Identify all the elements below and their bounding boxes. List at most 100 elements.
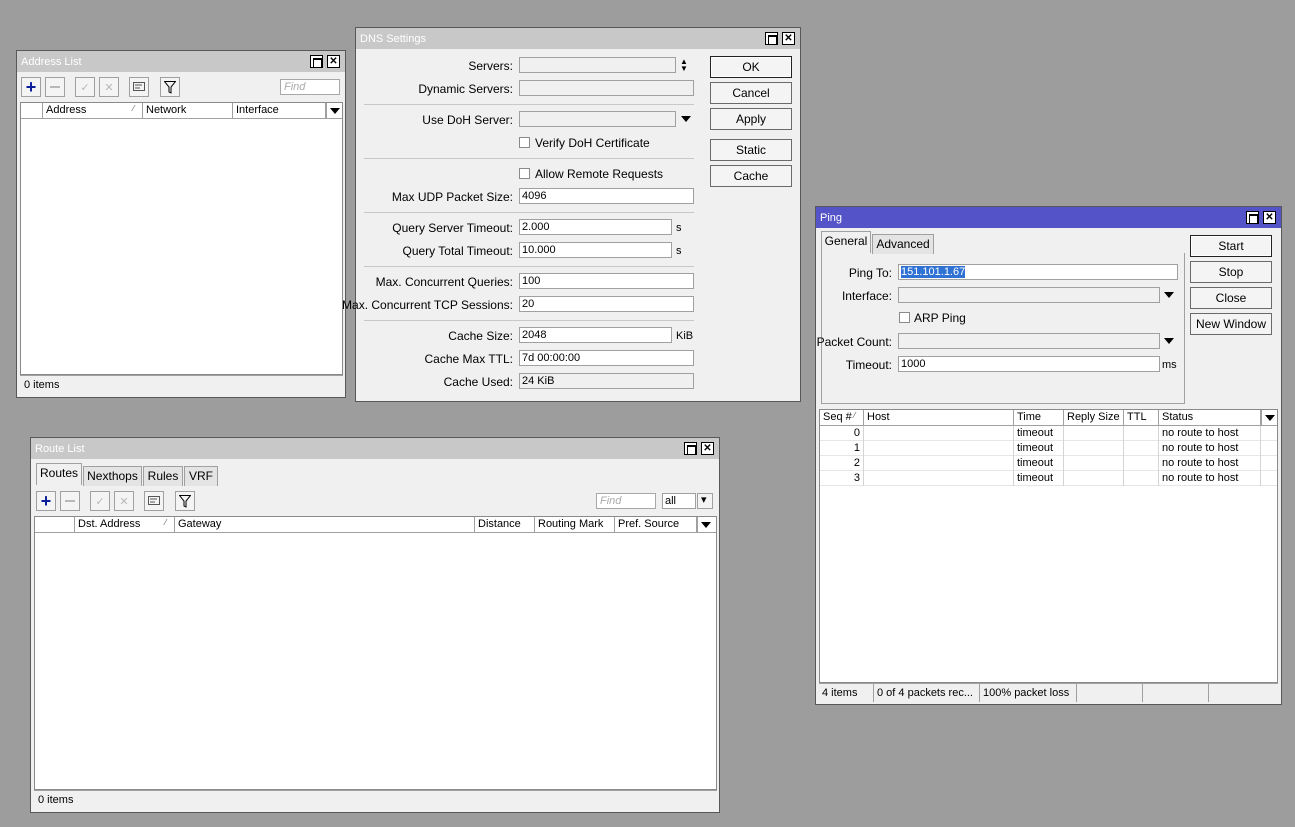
column-routing-mark[interactable]: Routing Mark xyxy=(535,517,615,532)
max-concurrent-queries-label: Max. Concurrent Queries: xyxy=(375,275,513,289)
chevron-down-icon[interactable] xyxy=(1164,292,1174,298)
maximize-button[interactable] xyxy=(765,32,778,45)
column-interface[interactable]: Interface xyxy=(233,103,326,118)
close-button[interactable]: ✕ xyxy=(701,442,714,455)
kib-unit: KiB xyxy=(676,330,694,342)
stop-button[interactable]: Stop xyxy=(1190,261,1272,283)
column-menu-button[interactable] xyxy=(326,103,343,118)
new-window-button[interactable]: New Window xyxy=(1190,313,1272,335)
find-input[interactable]: Find xyxy=(596,493,656,509)
tab-rules[interactable]: Rules xyxy=(143,466,183,486)
column-reply-size[interactable]: Reply Size xyxy=(1064,410,1124,425)
column-address[interactable]: Address xyxy=(43,103,143,118)
maximize-button[interactable] xyxy=(310,55,323,68)
ping-titlebar[interactable]: Ping xyxy=(816,207,1281,228)
filter-button[interactable] xyxy=(175,491,195,511)
column-menu-button[interactable] xyxy=(697,517,714,532)
verify-doh-checkbox[interactable] xyxy=(519,137,530,148)
plus-icon: + xyxy=(40,491,52,511)
add-button[interactable]: + xyxy=(21,77,41,97)
remove-button[interactable] xyxy=(60,491,80,511)
table-row[interactable]: 2 timeout no route to host xyxy=(820,456,1277,471)
timeout-input[interactable]: 1000 xyxy=(898,356,1160,372)
query-server-timeout-input[interactable]: 2.000 xyxy=(519,219,672,235)
table-row[interactable]: 3 timeout no route to host xyxy=(820,471,1277,486)
tab-routes[interactable]: Routes xyxy=(36,463,82,485)
route-list-titlebar[interactable]: Route List xyxy=(31,438,719,459)
interface-select[interactable] xyxy=(898,287,1160,303)
column-status[interactable]: Status xyxy=(1159,410,1261,425)
tab-nexthops[interactable]: Nexthops xyxy=(83,466,142,486)
maximize-button[interactable] xyxy=(1246,211,1259,224)
tab-general[interactable]: General xyxy=(821,231,871,253)
cache-max-ttl-input[interactable]: 7d 00:00:00 xyxy=(519,350,694,366)
check-icon: ✓ xyxy=(80,81,90,94)
close-button[interactable]: ✕ xyxy=(1263,211,1276,224)
maximize-button[interactable] xyxy=(684,442,697,455)
cache-button[interactable]: Cache xyxy=(710,165,792,187)
comment-button[interactable] xyxy=(144,491,164,511)
tab-vrf[interactable]: VRF xyxy=(184,466,218,486)
address-table[interactable]: Address ⁄ Network Interface xyxy=(20,102,343,375)
updown-icon[interactable]: ▲ ▼ xyxy=(680,58,688,73)
filter-button[interactable] xyxy=(160,77,180,97)
filter-dropdown-button[interactable]: ▾ xyxy=(697,493,713,509)
use-doh-input[interactable] xyxy=(519,111,676,127)
route-table[interactable]: Dst. Address ⁄ Gateway Distance Routing … xyxy=(34,516,717,790)
table-row[interactable]: 0 timeout no route to host xyxy=(820,426,1277,441)
add-button[interactable]: + xyxy=(36,491,56,511)
arp-ping-checkbox[interactable] xyxy=(899,312,910,323)
chevron-down-icon xyxy=(1265,415,1275,421)
ok-button[interactable]: OK xyxy=(710,56,792,78)
cancel-button[interactable]: Cancel xyxy=(710,82,792,104)
max-udp-input[interactable]: 4096 xyxy=(519,188,694,204)
window-title: DNS Settings xyxy=(360,33,427,45)
cache-size-input[interactable]: 2048 xyxy=(519,327,672,343)
column-gateway[interactable]: Gateway xyxy=(175,517,475,532)
chevron-down-icon[interactable] xyxy=(681,116,691,122)
start-button[interactable]: Start xyxy=(1190,235,1272,257)
static-button[interactable]: Static xyxy=(710,139,792,161)
enable-button[interactable]: ✓ xyxy=(90,491,110,511)
close-button[interactable]: ✕ xyxy=(782,32,795,45)
disable-button[interactable]: ✕ xyxy=(99,77,119,97)
packet-count-input[interactable] xyxy=(898,333,1160,349)
table-row[interactable]: 1 timeout no route to host xyxy=(820,441,1277,456)
ping-to-input[interactable]: 151.101.1.67 xyxy=(898,264,1178,280)
address-list-titlebar[interactable]: Address List xyxy=(17,51,345,72)
column-host[interactable]: Host xyxy=(864,410,1014,425)
remove-button[interactable] xyxy=(45,77,65,97)
query-total-timeout-input[interactable]: 10.000 xyxy=(519,242,672,258)
max-concurrent-queries-input[interactable]: 100 xyxy=(519,273,694,289)
ping-results-table[interactable]: Seq # ⁄ Host Time Reply Size TTL Status … xyxy=(819,409,1278,683)
allow-remote-checkbox[interactable] xyxy=(519,168,530,179)
column-network[interactable]: Network xyxy=(143,103,233,118)
enable-button[interactable]: ✓ xyxy=(75,77,95,97)
column-menu-button[interactable] xyxy=(1261,410,1278,425)
filter-select[interactable]: all xyxy=(662,493,696,509)
find-input[interactable]: Find xyxy=(280,79,340,95)
cell-ttl xyxy=(1124,441,1159,456)
chevron-down-icon[interactable] xyxy=(1164,338,1174,344)
servers-input[interactable] xyxy=(519,57,676,73)
column-dst-address[interactable]: Dst. Address xyxy=(75,517,175,532)
column-ttl[interactable]: TTL xyxy=(1124,410,1159,425)
column-selector[interactable] xyxy=(35,517,75,532)
close-window-button[interactable]: Close xyxy=(1190,287,1272,309)
tab-advanced[interactable]: Advanced xyxy=(872,234,934,254)
cell-status: no route to host xyxy=(1159,426,1261,441)
cell-seq: 2 xyxy=(820,456,864,471)
column-time[interactable]: Time xyxy=(1014,410,1064,425)
column-pref-source[interactable]: Pref. Source xyxy=(615,517,697,532)
comment-button[interactable] xyxy=(129,77,149,97)
column-seq[interactable]: Seq # xyxy=(820,410,864,425)
seconds-unit: s xyxy=(676,222,682,234)
disable-button[interactable]: ✕ xyxy=(114,491,134,511)
max-tcp-sessions-input[interactable]: 20 xyxy=(519,296,694,312)
column-distance[interactable]: Distance xyxy=(475,517,535,532)
close-button[interactable]: ✕ xyxy=(327,55,340,68)
column-selector[interactable] xyxy=(21,103,43,118)
cell-time: timeout xyxy=(1014,456,1064,471)
dns-titlebar[interactable]: DNS Settings xyxy=(356,28,800,49)
apply-button[interactable]: Apply xyxy=(710,108,792,130)
